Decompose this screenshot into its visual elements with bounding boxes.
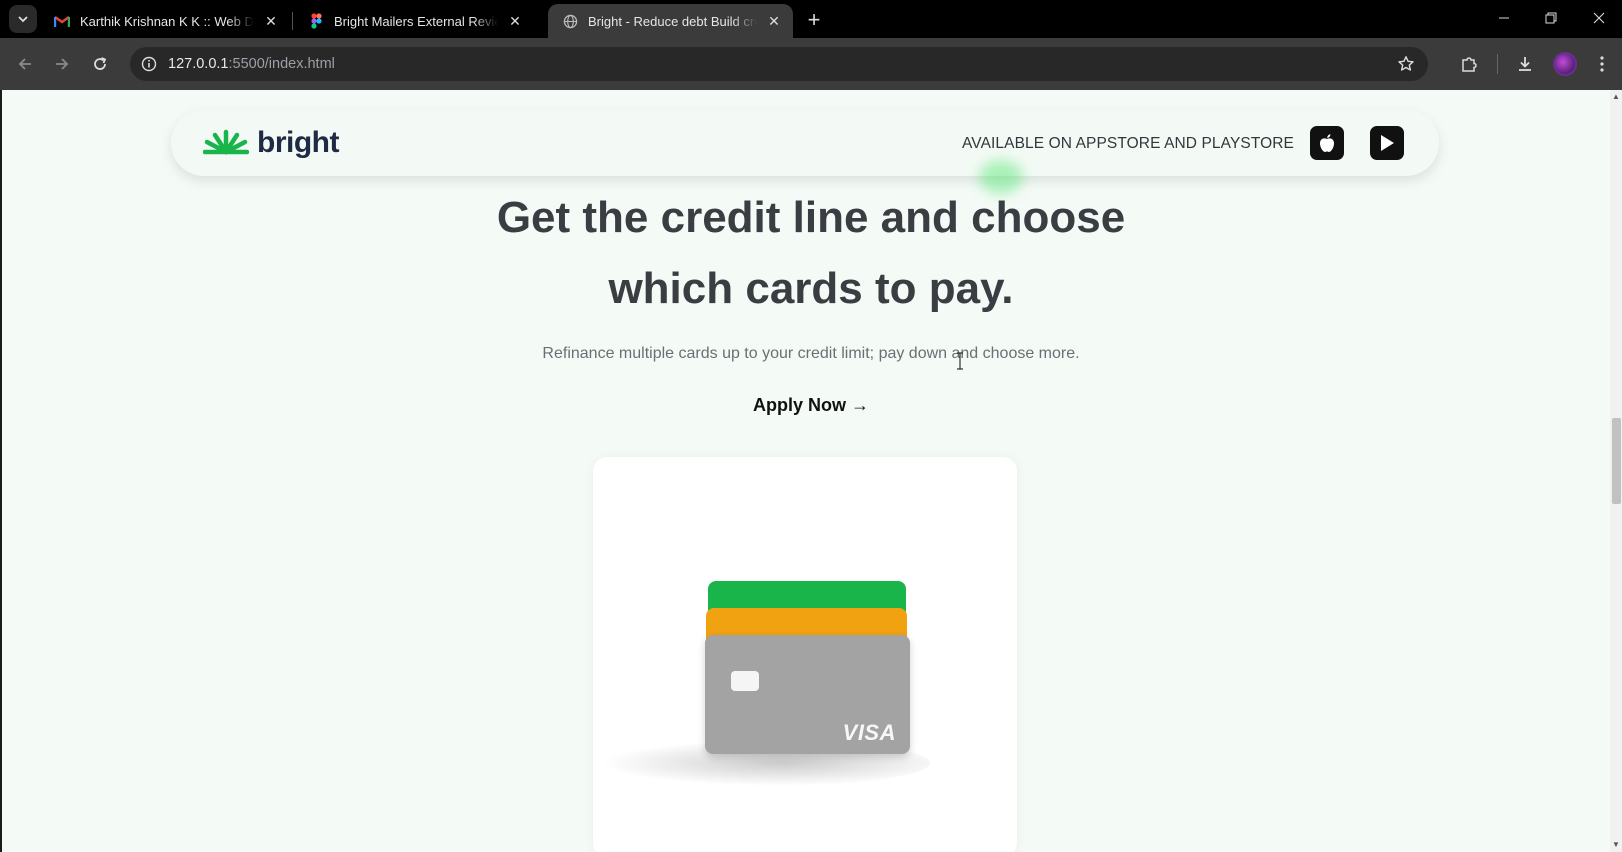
brand-logo[interactable]: bright bbox=[203, 120, 339, 166]
headline-line-1: Get the credit line and choose bbox=[496, 193, 1126, 242]
close-icon[interactable]: ✕ bbox=[506, 12, 524, 30]
extensions-button[interactable] bbox=[1455, 50, 1483, 78]
tab-title: Bright Mailers External Review – bbox=[334, 13, 498, 29]
restore-button[interactable] bbox=[1528, 0, 1574, 36]
availability-text: AVAILABLE ON APPSTORE AND PLAYSTORE bbox=[962, 135, 1294, 152]
credit-card-grey: VISA bbox=[705, 635, 910, 754]
scrollbar-thumb[interactable] bbox=[1612, 418, 1621, 504]
tab-search-button[interactable] bbox=[9, 5, 37, 33]
site-navbar: bright AVAILABLE ON APPSTORE AND PLAYSTO… bbox=[171, 110, 1439, 194]
tab-separator bbox=[292, 12, 293, 30]
text-cursor-icon bbox=[957, 352, 963, 370]
toolbar-divider bbox=[1497, 54, 1498, 74]
new-tab-button[interactable]: + bbox=[800, 6, 828, 34]
tab-strip: Karthik Krishnan K K :: Web Dev ✕ Bright… bbox=[0, 0, 1622, 38]
gmail-icon bbox=[54, 13, 70, 29]
tab-gmail[interactable]: Karthik Krishnan K K :: Web Dev ✕ bbox=[40, 4, 290, 38]
browser-toolbar: 127.0.0.1:5500/index.html bbox=[0, 38, 1622, 90]
minimize-button[interactable] bbox=[1481, 0, 1527, 36]
tab-figma[interactable]: Bright Mailers External Review – ✕ bbox=[294, 4, 534, 38]
url-text: 127.0.0.1:5500/index.html bbox=[168, 56, 335, 72]
url-path: :5500/index.html bbox=[228, 56, 335, 72]
profile-avatar[interactable] bbox=[1553, 52, 1577, 76]
sunburst-logo-icon bbox=[203, 129, 249, 155]
more-vertical-icon bbox=[1600, 56, 1604, 72]
scroll-down-icon[interactable]: ▼ bbox=[1611, 840, 1621, 850]
arrow-right-icon bbox=[56, 58, 69, 70]
close-window-button[interactable] bbox=[1576, 0, 1622, 36]
brand-name: bright bbox=[257, 126, 339, 159]
tab-bright[interactable]: Bright - Reduce debt Build cred ✕ bbox=[548, 4, 793, 38]
apply-now-link[interactable]: Apply Now → bbox=[0, 395, 1622, 416]
close-icon bbox=[1593, 12, 1605, 24]
tab-title: Bright - Reduce debt Build cred bbox=[588, 13, 757, 29]
chevron-down-icon bbox=[18, 16, 28, 23]
scroll-up-icon[interactable]: ▲ bbox=[1611, 92, 1621, 102]
visa-logo: VISA bbox=[842, 720, 896, 745]
globe-icon bbox=[562, 13, 578, 29]
minimize-icon bbox=[1499, 17, 1509, 19]
card-chip-icon bbox=[731, 671, 759, 691]
site-info-icon[interactable] bbox=[132, 47, 166, 81]
bookmark-star-icon[interactable] bbox=[1394, 52, 1418, 76]
url-host: 127.0.0.1 bbox=[168, 56, 229, 72]
download-icon bbox=[1519, 57, 1531, 71]
forward-button[interactable] bbox=[48, 50, 76, 78]
tab-title: Karthik Krishnan K K :: Web Dev bbox=[80, 13, 254, 29]
close-icon[interactable]: ✕ bbox=[262, 12, 280, 30]
puzzle-icon bbox=[1462, 57, 1477, 72]
figma-icon bbox=[308, 13, 324, 29]
appstore-button[interactable] bbox=[1310, 126, 1344, 160]
play-icon bbox=[1381, 135, 1394, 151]
playstore-button[interactable] bbox=[1370, 126, 1404, 160]
page-scrollbar[interactable]: ▲ ▼ bbox=[1610, 90, 1622, 852]
reload-icon bbox=[94, 57, 107, 70]
headline-line-2: which cards to pay. bbox=[608, 264, 1014, 313]
reload-button[interactable] bbox=[86, 50, 114, 78]
subtitle: Refinance multiple cards up to your cred… bbox=[542, 345, 1080, 362]
close-icon[interactable]: ✕ bbox=[765, 12, 783, 30]
arrow-left-icon bbox=[18, 58, 31, 70]
menu-button[interactable] bbox=[1588, 50, 1616, 78]
address-bar[interactable]: 127.0.0.1:5500/index.html bbox=[130, 47, 1428, 81]
page-viewport: bright AVAILABLE ON APPSTORE AND PLAYSTO… bbox=[0, 90, 1622, 852]
back-button[interactable] bbox=[11, 50, 39, 78]
restore-icon bbox=[1545, 12, 1557, 24]
apple-icon bbox=[1320, 134, 1334, 152]
downloads-button[interactable] bbox=[1511, 50, 1539, 78]
